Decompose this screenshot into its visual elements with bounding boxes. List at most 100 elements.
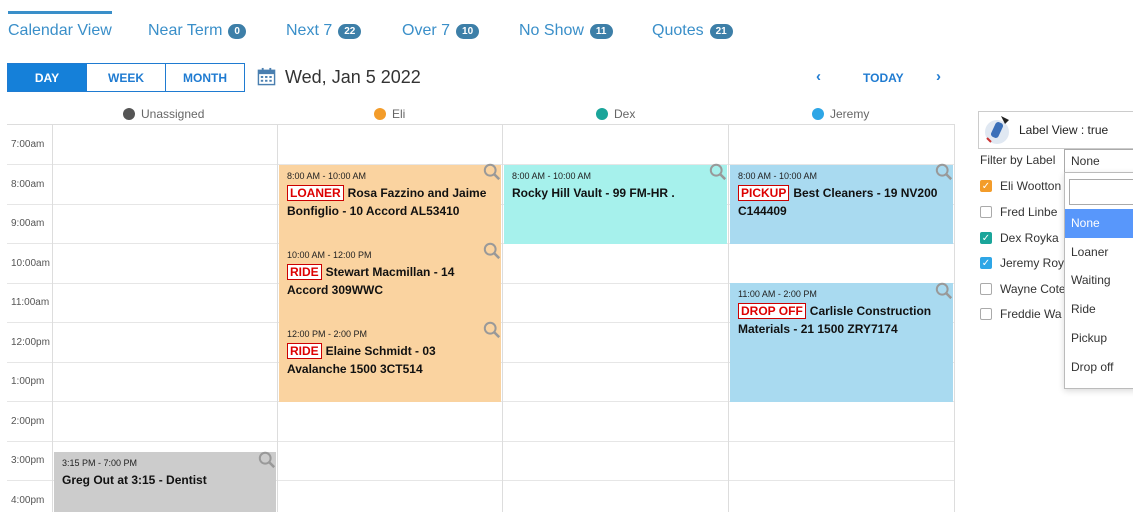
label-view-toggle[interactable]: Label View : true: [978, 111, 1133, 149]
time-label: 10:00am: [11, 258, 50, 269]
person-name: Wayne Cote: [1000, 282, 1066, 296]
column-divider: [52, 125, 53, 512]
tab-calendar-view[interactable]: Calendar View: [8, 22, 112, 40]
event-card[interactable]: 8:00 AM - 10:00 AM PICKUP Best Cleaners -…: [730, 165, 953, 244]
tab-over-7[interactable]: Over 7 10: [402, 22, 480, 40]
resource-color-dot: [812, 108, 824, 120]
tab-near-term[interactable]: Near Term 0: [148, 22, 246, 40]
current-date-title: Wed, Jan 5 2022: [285, 67, 421, 87]
prev-day-chevron-icon[interactable]: ‹: [816, 68, 821, 85]
column-divider: [277, 125, 278, 512]
event-card[interactable]: 11:00 AM - 2:00 PM DROP OFF Carlisle Cons…: [730, 283, 953, 402]
checkbox-unchecked-icon[interactable]: [980, 308, 992, 320]
event-label-tag: LOANER: [287, 185, 344, 201]
label-view-text: Label View : true: [1019, 123, 1109, 137]
event-card[interactable]: 8:00 AM - 10:00 AM Rocky Hill Vault - 99…: [504, 165, 727, 244]
search-icon[interactable]: [483, 163, 501, 181]
tab-next-7[interactable]: Next 7 22: [286, 22, 362, 40]
dropdown-option[interactable]: Waiting: [1065, 266, 1133, 295]
person-filter-wayne[interactable]: Wayne Cote: [980, 282, 1066, 296]
week-view-button[interactable]: WEEK: [86, 63, 166, 92]
person-name: Fred Linbe: [1000, 205, 1058, 219]
count-badge: 21: [709, 23, 733, 39]
event-card[interactable]: 8:00 AM - 10:00 AM LOANER Rosa Fazzino an…: [279, 165, 501, 244]
event-title: RIDE Stewart Macmillan - 14 Accord 309WWC: [287, 263, 493, 299]
resource-header-unassigned: Unassigned: [123, 107, 204, 121]
event-card[interactable]: 10:00 AM - 12:00 PM RIDE Stewart Macmilla…: [279, 244, 501, 323]
time-label: 3:00pm: [11, 455, 45, 466]
view-switcher: DAY WEEK MONTH: [7, 63, 245, 92]
day-calendar-grid: 7:00am 8:00am 9:00am 10:00am 11:00am 12:…: [7, 124, 955, 512]
dropdown-option[interactable]: Ride: [1065, 295, 1133, 324]
search-icon[interactable]: [935, 163, 953, 181]
label-filter-dropdown: None Loaner Waiting Ride Pickup Drop off: [1064, 172, 1133, 389]
event-time: 8:00 AM - 10:00 AM: [287, 171, 367, 181]
event-time: 8:00 AM - 10:00 AM: [512, 171, 592, 181]
month-view-button[interactable]: MONTH: [165, 63, 245, 92]
event-card[interactable]: 12:00 PM - 2:00 PM RIDE Elaine Schmidt - …: [279, 323, 501, 402]
time-label: 8:00am: [11, 179, 45, 190]
search-icon[interactable]: [483, 321, 501, 339]
resource-name: Eli: [392, 107, 406, 121]
tab-quotes[interactable]: Quotes 21: [652, 22, 733, 40]
today-button[interactable]: TODAY: [863, 71, 904, 85]
checkbox-unchecked-icon[interactable]: [980, 283, 992, 295]
dropdown-option[interactable]: Pickup: [1065, 324, 1133, 353]
tab-no-show[interactable]: No Show 11: [519, 22, 613, 40]
resource-name: Jeremy: [830, 107, 870, 121]
person-name: Jeremy Roy: [1000, 256, 1065, 270]
time-label: 2:00pm: [11, 416, 45, 427]
search-icon[interactable]: [935, 282, 953, 300]
checkbox-unchecked-icon[interactable]: [980, 206, 992, 218]
resource-name: Unassigned: [141, 107, 205, 121]
event-title: Rocky Hill Vault - 99 FM-HR .: [512, 186, 675, 200]
tab-label: Calendar View: [8, 22, 112, 39]
column-divider: [728, 125, 729, 512]
filter-by-label-text: Filter by Label: [980, 153, 1056, 167]
app-root: Calendar View Near Term 0 Next 7 22 Over…: [0, 0, 1133, 512]
person-filter-eli[interactable]: ✓ Eli Wootton: [980, 179, 1061, 193]
next-day-chevron-icon[interactable]: ›: [936, 68, 941, 85]
event-time: 3:15 PM - 7:00 PM: [62, 458, 138, 468]
event-card[interactable]: 3:15 PM - 7:00 PM Greg Out at 3:15 - Den…: [54, 452, 276, 512]
search-icon[interactable]: [483, 242, 501, 260]
hour-line: [7, 441, 955, 442]
count-badge: 0: [228, 23, 246, 39]
count-badge: 11: [589, 23, 613, 39]
dropdown-option[interactable]: None: [1065, 209, 1133, 238]
dropdown-option[interactable]: Loaner: [1065, 238, 1133, 267]
resource-header-eli: Eli: [374, 107, 405, 121]
time-label: 12:00pm: [11, 337, 50, 348]
label-filter-select[interactable]: None: [1064, 149, 1133, 173]
dropdown-search-input[interactable]: [1069, 179, 1133, 205]
person-filter-freddie[interactable]: Freddie Wa: [980, 307, 1062, 321]
time-label: 11:00am: [11, 297, 50, 308]
tab-label: Next 7: [286, 22, 333, 39]
event-label-tag: DROP OFF: [738, 303, 806, 319]
tab-label: Over 7: [402, 22, 451, 39]
resource-color-dot: [123, 108, 135, 120]
event-time: 12:00 PM - 2:00 PM: [287, 329, 368, 339]
calendar-icon[interactable]: [257, 67, 276, 86]
time-label: 9:00am: [11, 218, 45, 229]
search-icon[interactable]: [709, 163, 727, 181]
dropdown-option[interactable]: Drop off: [1065, 353, 1133, 382]
count-badge: 10: [456, 23, 480, 39]
event-title: PICKUP Best Cleaners - 19 NV200 C144409: [738, 184, 945, 220]
checkbox-checked-icon[interactable]: ✓: [980, 232, 992, 244]
person-filter-fred[interactable]: Fred Linbe: [980, 205, 1057, 219]
checkbox-checked-icon[interactable]: ✓: [980, 180, 992, 192]
person-filter-dex[interactable]: ✓ Dex Royka: [980, 231, 1059, 245]
day-view-button[interactable]: DAY: [7, 63, 87, 92]
person-filter-jeremy[interactable]: ✓ Jeremy Roy: [980, 256, 1064, 270]
top-tabs: Calendar View Near Term 0 Next 7 22 Over…: [0, 0, 960, 50]
checkbox-checked-icon[interactable]: ✓: [980, 257, 992, 269]
resource-name: Dex: [614, 107, 636, 121]
event-label-tag: RIDE: [287, 343, 322, 359]
event-label-tag: PICKUP: [738, 185, 790, 201]
count-badge: 22: [338, 23, 362, 39]
search-icon[interactable]: [258, 451, 276, 469]
tab-label: Quotes: [652, 22, 704, 39]
time-label: 1:00pm: [11, 376, 45, 387]
event-time: 8:00 AM - 10:00 AM: [738, 171, 818, 181]
